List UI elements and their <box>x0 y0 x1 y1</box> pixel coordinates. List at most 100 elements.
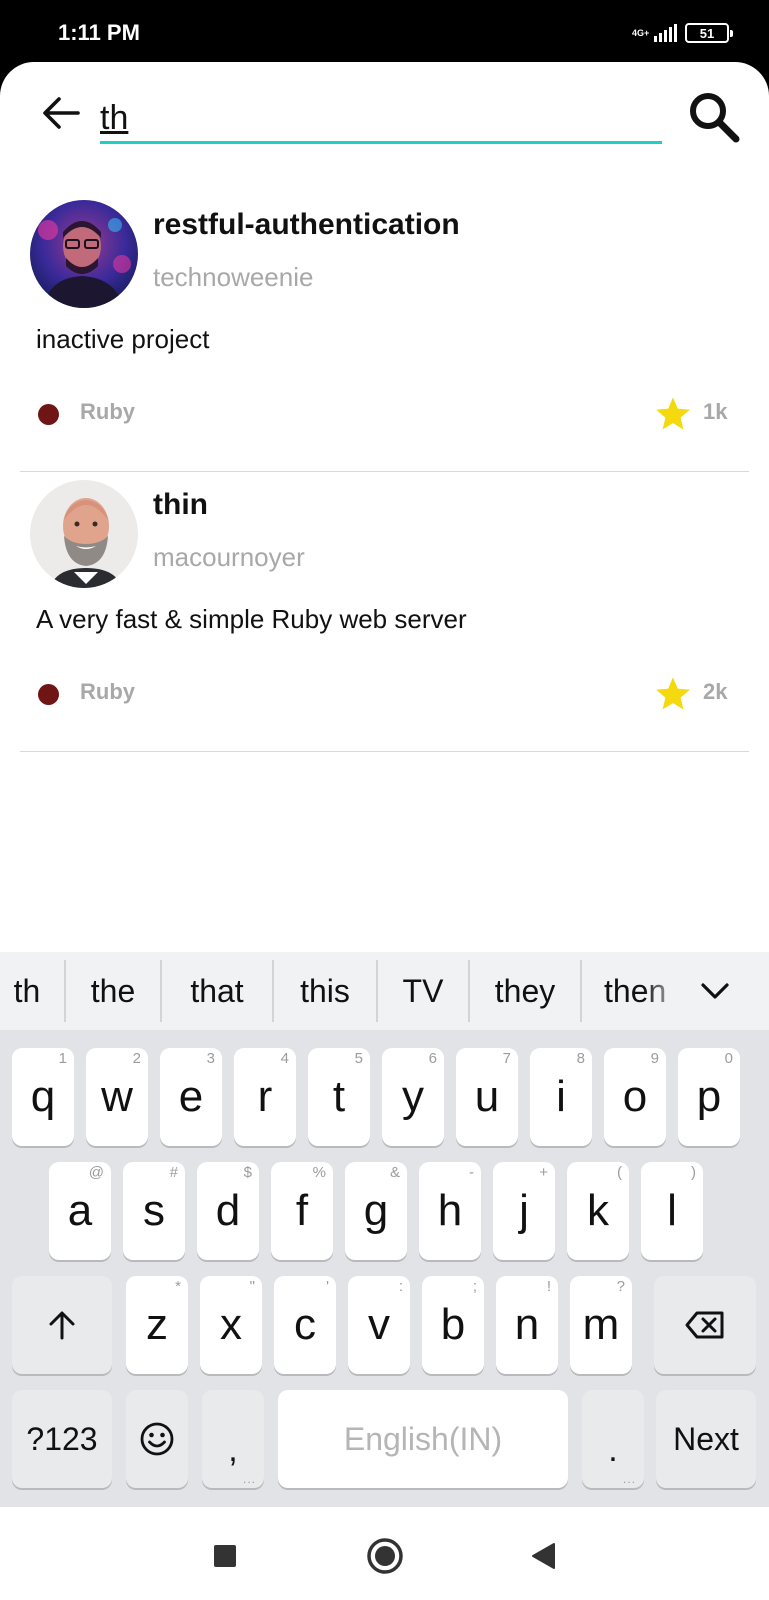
key-label: w <box>101 1072 133 1121</box>
suggestion-item[interactable]: the <box>66 952 160 1030</box>
key-z[interactable]: * z <box>126 1276 188 1374</box>
key-hint: ! <box>546 1278 551 1295</box>
backspace-key[interactable] <box>654 1276 756 1374</box>
star-count: 2k <box>703 679 728 704</box>
key-hint: 3 <box>206 1050 215 1067</box>
key-label: b <box>440 1300 466 1349</box>
status-indicators: 4G+ 51 <box>632 20 733 46</box>
signal-icon <box>654 24 677 42</box>
repo-owner: technoweenie <box>153 262 314 292</box>
suggestion-item[interactable]: they <box>470 952 580 1030</box>
key-c[interactable]: ' c <box>274 1276 336 1374</box>
key-g[interactable]: & g <box>345 1162 407 1260</box>
key-a[interactable]: @ a <box>49 1162 111 1260</box>
language-color-dot <box>38 684 59 705</box>
key-l[interactable]: ) l <box>641 1162 703 1260</box>
battery-level: 51 <box>699 25 715 41</box>
square-icon <box>214 1545 236 1567</box>
repo-language: Ruby <box>80 679 135 704</box>
repo-description: A very fast & simple Ruby web server <box>36 604 467 634</box>
key-hint: & <box>389 1164 400 1181</box>
key-hint: : <box>398 1278 403 1295</box>
triangle-back-icon <box>532 1543 555 1569</box>
key-label: t <box>332 1072 346 1121</box>
key-b[interactable]: ; b <box>422 1276 484 1374</box>
suggestion-item[interactable]: that <box>162 952 272 1030</box>
collapse-suggestions-button[interactable] <box>690 968 740 1014</box>
system-back-button[interactable] <box>518 1531 568 1581</box>
next-key[interactable]: Next <box>656 1390 756 1488</box>
key-d[interactable]: $ d <box>197 1162 259 1260</box>
key-hint: * <box>175 1278 181 1295</box>
star-icon <box>656 397 690 430</box>
key-u[interactable]: 7u <box>456 1048 518 1146</box>
soft-keyboard: th the that this TV they then 1q2w3e4r5t… <box>0 952 769 1507</box>
arrow-left-icon <box>43 97 80 129</box>
recents-button[interactable] <box>200 1531 250 1581</box>
back-button[interactable] <box>38 90 84 136</box>
key-w[interactable]: 2w <box>86 1048 148 1146</box>
shift-key[interactable] <box>12 1276 112 1374</box>
key-v[interactable]: :v <box>348 1276 410 1374</box>
suggestion-item[interactable]: TV <box>378 952 468 1030</box>
avatar <box>30 200 138 308</box>
key-p[interactable]: 0p <box>678 1048 740 1146</box>
key-label: g <box>363 1186 389 1235</box>
key-label: k <box>587 1186 609 1235</box>
search-input[interactable] <box>100 96 662 140</box>
key-i[interactable]: 8i <box>530 1048 592 1146</box>
suggestion-item[interactable]: this <box>274 952 376 1030</box>
search-screen: restful-authentication technoweenie inac… <box>0 62 769 952</box>
key-n[interactable]: ! n <box>496 1276 558 1374</box>
key-label: r <box>257 1072 273 1121</box>
key-e[interactable]: 3e <box>160 1048 222 1146</box>
key-m[interactable]: ? m <box>570 1276 632 1374</box>
key-hint: ? <box>616 1278 625 1295</box>
avatar-image <box>30 480 138 588</box>
key-f[interactable]: % f <box>271 1162 333 1260</box>
symbols-key[interactable]: ?123 <box>12 1390 112 1488</box>
key-label: x <box>220 1300 242 1349</box>
comma-key-label: , <box>228 1430 238 1469</box>
space-key[interactable]: English(IN) <box>278 1390 568 1488</box>
more-dots: ... <box>622 1472 636 1486</box>
key-hint: 9 <box>650 1050 659 1067</box>
key-y[interactable]: 6y <box>382 1048 444 1146</box>
key-x[interactable]: " x <box>200 1276 262 1374</box>
repo-language: Ruby <box>80 399 135 424</box>
key-o[interactable]: 9o <box>604 1048 666 1146</box>
key-r[interactable]: 4r <box>234 1048 296 1146</box>
comma-key[interactable]: , ... <box>202 1390 264 1488</box>
key-label: f <box>295 1186 309 1235</box>
repo-name: restful-authentication <box>153 208 460 241</box>
repo-name: thin <box>153 488 208 521</box>
home-button[interactable] <box>360 1531 410 1581</box>
network-type: 4G+ <box>632 27 650 38</box>
repo-description: inactive project <box>36 324 210 354</box>
chevron-down-icon <box>701 983 729 999</box>
repo-card[interactable]: thin macournoyer A very fast & simple Ru… <box>20 472 749 752</box>
key-hint: 5 <box>354 1050 363 1067</box>
suggestion-item[interactable]: then <box>584 952 684 1030</box>
key-label: v <box>368 1300 390 1349</box>
key-hint: 7 <box>502 1050 511 1067</box>
key-label: s <box>143 1186 165 1235</box>
repo-card[interactable]: restful-authentication technoweenie inac… <box>20 192 749 472</box>
next-key-label: Next <box>673 1420 739 1457</box>
key-q[interactable]: 1q <box>12 1048 74 1146</box>
key-hint: " <box>249 1278 255 1295</box>
results-list: restful-authentication technoweenie inac… <box>20 192 749 752</box>
key-label: z <box>146 1300 168 1349</box>
key-k[interactable]: (k <box>567 1162 629 1260</box>
emoji-key[interactable] <box>126 1390 188 1488</box>
key-j[interactable]: + j <box>493 1162 555 1260</box>
key-h[interactable]: -h <box>419 1162 481 1260</box>
key-hint: 4 <box>280 1050 289 1067</box>
suggestion-item[interactable]: th <box>0 952 54 1030</box>
symbols-key-label: ?123 <box>26 1420 98 1457</box>
key-t[interactable]: 5t <box>308 1048 370 1146</box>
search-bar <box>0 62 769 162</box>
search-button[interactable] <box>684 87 744 147</box>
period-key[interactable]: . ... <box>582 1390 644 1488</box>
key-s[interactable]: # s <box>123 1162 185 1260</box>
